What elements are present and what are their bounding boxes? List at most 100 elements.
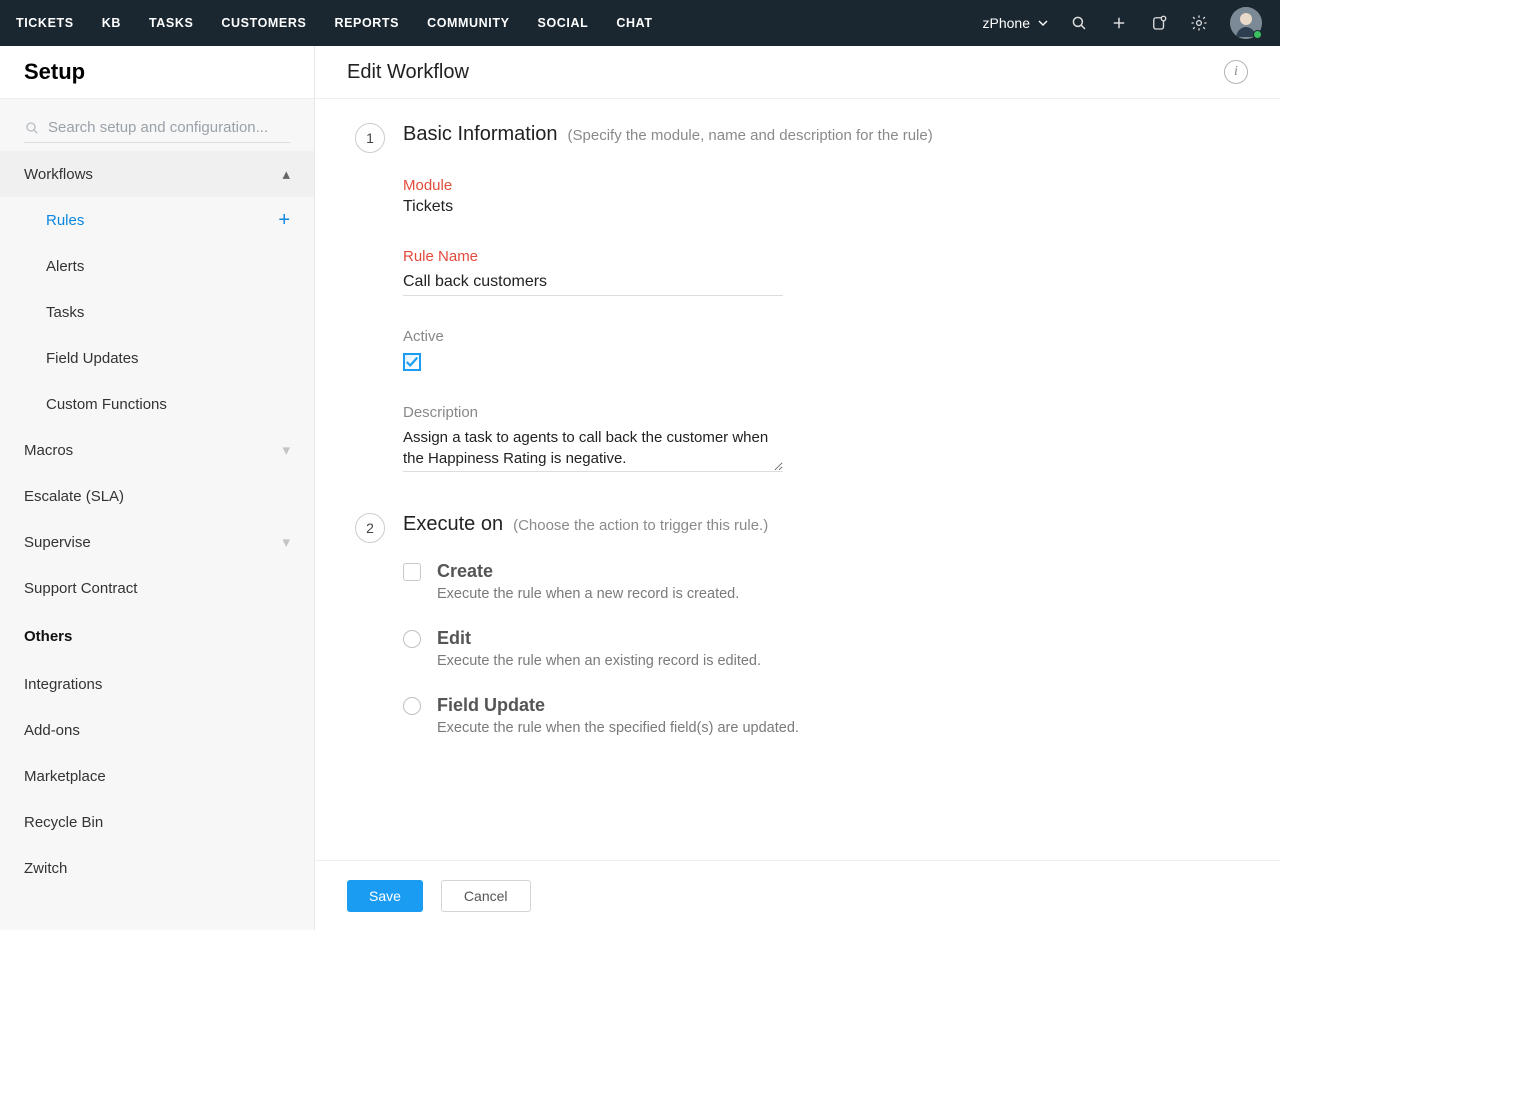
exec-title: Field Update bbox=[437, 695, 799, 716]
nav-link-community[interactable]: COMMUNITY bbox=[427, 16, 509, 30]
rule-name-input[interactable] bbox=[403, 269, 783, 296]
step-1-body: Module Tickets Rule Name Active Descript… bbox=[403, 177, 1240, 475]
sidebar-item-label: Zwitch bbox=[24, 860, 67, 877]
sidebar-item-tasks[interactable]: Tasks bbox=[0, 289, 314, 335]
sidebar-item-label: Supervise bbox=[24, 534, 91, 551]
nav-link-tasks[interactable]: TASKS bbox=[149, 16, 193, 30]
field-module: Module Tickets bbox=[403, 177, 1240, 216]
chevron-down-icon: ▾ bbox=[282, 533, 290, 551]
rule-name-label: Rule Name bbox=[403, 248, 1240, 265]
sidebar-item-zwitch[interactable]: Zwitch bbox=[0, 845, 314, 891]
sidebar-item-label: Support Contract bbox=[24, 580, 137, 597]
sidebar-item-support-contract[interactable]: Support Contract bbox=[0, 565, 314, 611]
sidebar-item-label: Recycle Bin bbox=[24, 814, 103, 831]
sidebar-group-label: Others bbox=[24, 628, 72, 645]
save-button[interactable]: Save bbox=[347, 880, 423, 912]
sidebar-item-label: Marketplace bbox=[24, 768, 106, 785]
step-2-number: 2 bbox=[355, 513, 385, 543]
step-2-title: Execute on bbox=[403, 513, 503, 536]
create-checkbox[interactable] bbox=[403, 563, 421, 581]
brand-dropdown[interactable]: zPhone bbox=[983, 15, 1048, 31]
brand-name: zPhone bbox=[983, 15, 1030, 31]
nav-link-tickets[interactable]: TICKETS bbox=[16, 16, 74, 30]
step-2-header: 2 Execute on (Choose the action to trigg… bbox=[355, 513, 1240, 543]
add-rule-button[interactable]: + bbox=[278, 210, 290, 230]
exec-option-edit: Edit Execute the rule when an existing r… bbox=[403, 628, 1240, 669]
active-checkbox[interactable] bbox=[403, 353, 421, 371]
step-2-body: Create Execute the rule when a new recor… bbox=[403, 561, 1240, 736]
sidebar-item-supervise[interactable]: Supervise ▾ bbox=[0, 519, 314, 565]
plus-icon[interactable] bbox=[1110, 14, 1128, 32]
exec-option-create: Create Execute the rule when a new recor… bbox=[403, 561, 1240, 602]
step-1-sub: (Specify the module, name and descriptio… bbox=[568, 127, 933, 144]
field-description: Description bbox=[403, 404, 1240, 475]
top-nav-right: zPhone bbox=[983, 7, 1272, 39]
exec-option-field-update: Field Update Execute the rule when the s… bbox=[403, 695, 1240, 736]
sidebar-item-escalate-sla[interactable]: Escalate (SLA) bbox=[0, 473, 314, 519]
avatar[interactable] bbox=[1230, 7, 1262, 39]
module-label: Module bbox=[403, 177, 1240, 194]
presence-dot bbox=[1253, 30, 1262, 39]
edit-radio[interactable] bbox=[403, 630, 421, 648]
sidebar-item-label: Field Updates bbox=[46, 350, 139, 367]
main: Edit Workflow i 1 Basic Information (Spe… bbox=[315, 46, 1280, 930]
sidebar-item-field-updates[interactable]: Field Updates bbox=[0, 335, 314, 381]
sidebar-item-label: Workflows bbox=[24, 166, 93, 183]
nav-link-chat[interactable]: CHAT bbox=[616, 16, 652, 30]
module-value: Tickets bbox=[403, 198, 1240, 216]
nav-link-kb[interactable]: KB bbox=[102, 16, 121, 30]
sidebar-item-label: Alerts bbox=[46, 258, 84, 275]
top-nav: TICKETS KB TASKS CUSTOMERS REPORTS COMMU… bbox=[0, 0, 1280, 46]
sidebar-item-workflows[interactable]: Workflows ▴ bbox=[0, 151, 314, 197]
search-icon bbox=[24, 120, 40, 136]
page-title: Setup bbox=[0, 46, 314, 99]
sidebar-item-marketplace[interactable]: Marketplace bbox=[0, 753, 314, 799]
cancel-button[interactable]: Cancel bbox=[441, 880, 531, 912]
sidebar-item-rules[interactable]: Rules + bbox=[0, 197, 314, 243]
chevron-up-icon: ▴ bbox=[282, 165, 290, 183]
field-rule-name: Rule Name bbox=[403, 248, 1240, 296]
sidebar-item-addons[interactable]: Add-ons bbox=[0, 707, 314, 753]
exec-desc: Execute the rule when the specified fiel… bbox=[437, 720, 799, 736]
nav-link-social[interactable]: SOCIAL bbox=[538, 16, 589, 30]
sidebar-group-others: Others bbox=[0, 611, 314, 661]
top-nav-left: TICKETS KB TASKS CUSTOMERS REPORTS COMMU… bbox=[16, 16, 653, 30]
exec-desc: Execute the rule when a new record is cr… bbox=[437, 586, 739, 602]
sidebar-item-custom-functions[interactable]: Custom Functions bbox=[0, 381, 314, 427]
sidebar-item-label: Tasks bbox=[46, 304, 84, 321]
sidebar-item-alerts[interactable]: Alerts bbox=[0, 243, 314, 289]
nav-link-reports[interactable]: REPORTS bbox=[334, 16, 399, 30]
sidebar-item-label: Custom Functions bbox=[46, 396, 167, 413]
sidebar-item-label: Escalate (SLA) bbox=[24, 488, 124, 505]
active-label: Active bbox=[403, 328, 1240, 345]
footer-bar: Save Cancel bbox=[315, 860, 1280, 930]
exec-title: Edit bbox=[437, 628, 761, 649]
field-active: Active bbox=[403, 328, 1240, 372]
sidebar-item-macros[interactable]: Macros ▾ bbox=[0, 427, 314, 473]
description-label: Description bbox=[403, 404, 1240, 421]
sidebar-item-label: Rules bbox=[46, 212, 84, 229]
notification-icon[interactable] bbox=[1150, 14, 1168, 32]
check-icon bbox=[405, 355, 419, 369]
search-icon[interactable] bbox=[1070, 14, 1088, 32]
step-1-title: Basic Information bbox=[403, 123, 558, 146]
field-update-radio[interactable] bbox=[403, 697, 421, 715]
exec-desc: Execute the rule when an existing record… bbox=[437, 653, 761, 669]
step-2-sub: (Choose the action to trigger this rule.… bbox=[513, 517, 768, 534]
main-title: Edit Workflow bbox=[347, 61, 469, 84]
sidebar-item-integrations[interactable]: Integrations bbox=[0, 661, 314, 707]
step-1-number: 1 bbox=[355, 123, 385, 153]
gear-icon[interactable] bbox=[1190, 14, 1208, 32]
description-textarea[interactable] bbox=[403, 425, 783, 472]
workspace: Setup Workflows ▴ Rules + Alerts Tasks F… bbox=[0, 46, 1280, 930]
search-input[interactable] bbox=[48, 119, 290, 136]
nav-link-customers[interactable]: CUSTOMERS bbox=[221, 16, 306, 30]
sidebar-item-label: Add-ons bbox=[24, 722, 80, 739]
chevron-down-icon bbox=[1038, 18, 1048, 28]
main-header: Edit Workflow i bbox=[315, 46, 1280, 99]
sidebar-item-label: Integrations bbox=[24, 676, 102, 693]
chevron-down-icon: ▾ bbox=[282, 441, 290, 459]
sidebar-item-recycle-bin[interactable]: Recycle Bin bbox=[0, 799, 314, 845]
info-icon[interactable]: i bbox=[1224, 60, 1248, 84]
sidebar: Setup Workflows ▴ Rules + Alerts Tasks F… bbox=[0, 46, 315, 930]
